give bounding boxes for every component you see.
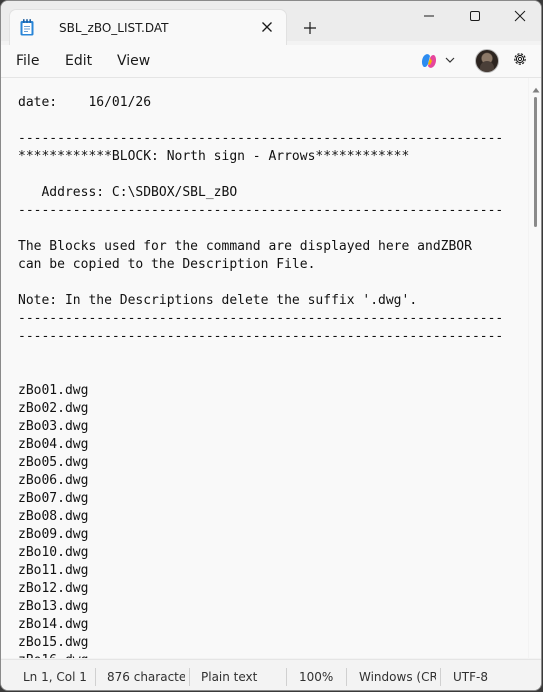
maximize-icon (470, 11, 480, 21)
menu-file[interactable]: File (16, 51, 39, 71)
title-bar[interactable]: SBL_zBO_LIST.DAT (1, 1, 541, 45)
status-encoding: UTF-8 (453, 670, 488, 684)
status-position[interactable]: Ln 1, Col 1 (23, 670, 93, 684)
minimize-icon (424, 15, 434, 17)
notepad-icon (20, 19, 34, 36)
copilot-icon[interactable] (420, 52, 438, 70)
menu-edit[interactable]: Edit (65, 51, 92, 71)
menu-bar: File Edit View (1, 45, 541, 78)
avatar[interactable] (475, 49, 499, 73)
status-zoom[interactable]: 100% (299, 670, 341, 684)
menu-view[interactable]: View (117, 51, 150, 71)
scroll-up-icon[interactable] (532, 87, 540, 93)
status-divider (286, 668, 287, 686)
close-icon (514, 10, 526, 22)
status-divider (346, 668, 347, 686)
maximize-button[interactable] (452, 5, 498, 29)
close-icon[interactable] (259, 19, 275, 35)
text-editor[interactable]: date: 16/01/26 -------------------------… (1, 78, 528, 658)
close-window-button[interactable] (497, 5, 541, 29)
notepad-window: SBL_zBO_LIST.DAT File Edit View date: 16… (0, 0, 542, 691)
status-divider (95, 668, 96, 686)
gear-icon[interactable] (512, 51, 528, 67)
minimize-button[interactable] (406, 5, 452, 29)
scrollbar-thumb[interactable] (534, 97, 537, 227)
document-text[interactable]: date: 16/01/26 -------------------------… (18, 94, 503, 658)
status-divider (440, 668, 441, 686)
tab-title: SBL_zBO_LIST.DAT (59, 21, 169, 35)
plus-icon[interactable] (301, 19, 319, 37)
status-line-ending: Windows (CRLF) (359, 670, 436, 684)
status-bar: Ln 1, Col 1 876 characters Plain text 10… (1, 659, 541, 690)
status-divider (189, 668, 190, 686)
status-format: Plain text (201, 670, 258, 684)
status-characters: 876 characters (107, 670, 185, 684)
chevron-down-icon[interactable] (445, 56, 455, 64)
tab-file[interactable]: SBL_zBO_LIST.DAT (9, 9, 287, 45)
